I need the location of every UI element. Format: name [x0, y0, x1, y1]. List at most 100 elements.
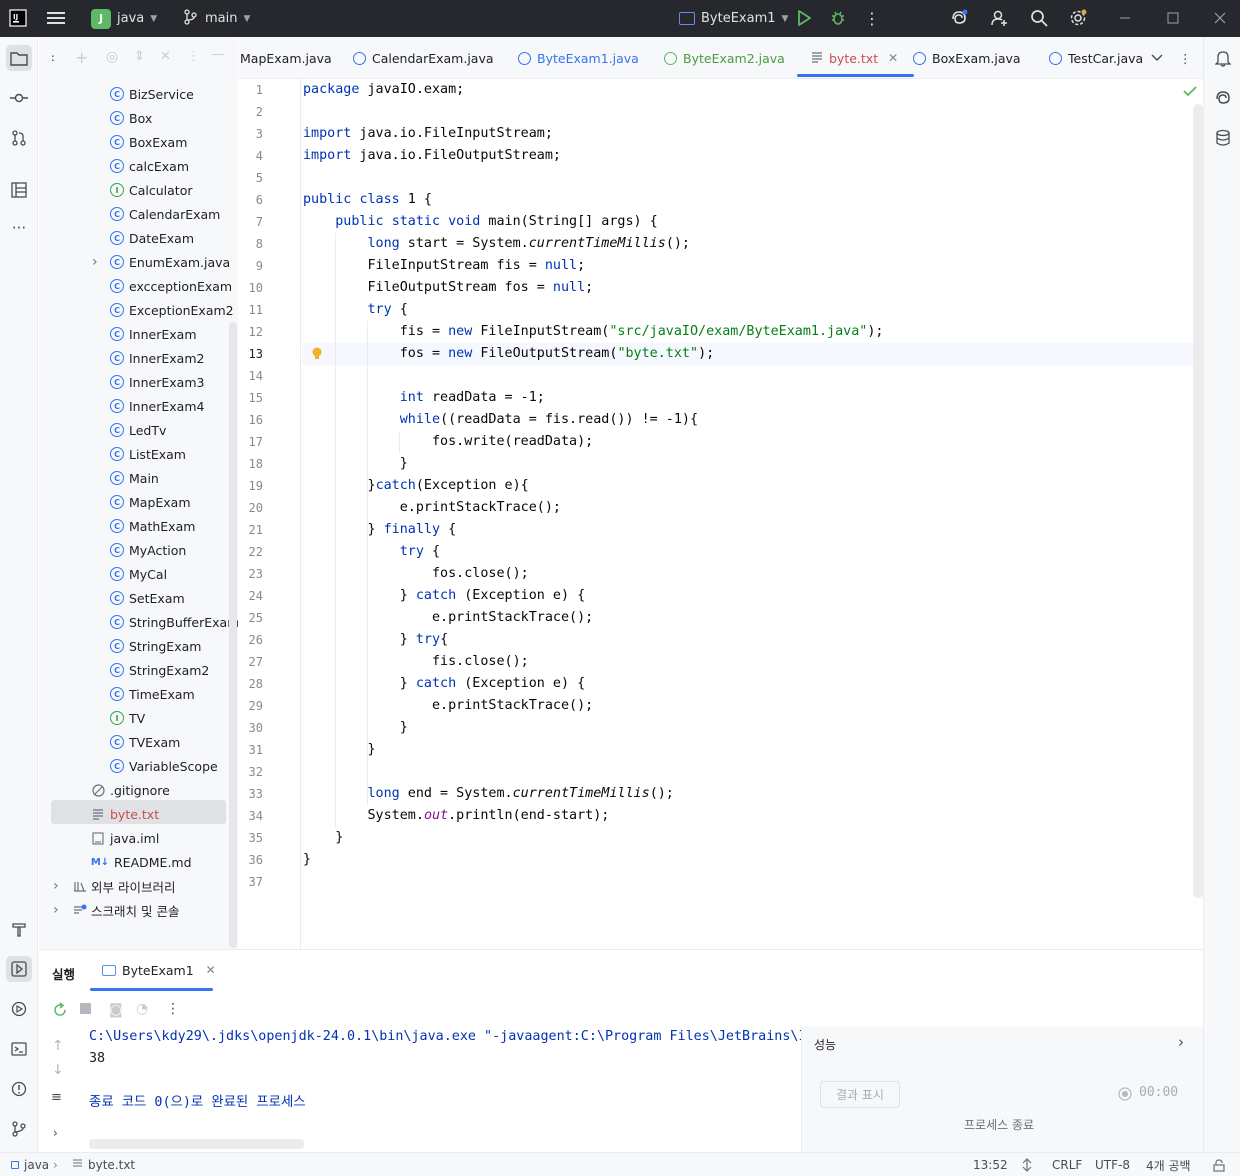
- console-hscrollbar[interactable]: [89, 1139, 304, 1149]
- tree-item[interactable]: C InnerExam4: [110, 394, 204, 418]
- services-icon[interactable]: [6, 996, 32, 1022]
- ai-chat-icon[interactable]: [1210, 85, 1236, 111]
- settings-gear-icon[interactable]: [1068, 8, 1088, 28]
- chevron-right-icon[interactable]: ›: [92, 254, 98, 270]
- tree-item[interactable]: C MyCal: [110, 562, 167, 586]
- tree-item[interactable]: C SetExam: [110, 586, 185, 610]
- code-with-me-icon[interactable]: [989, 8, 1009, 28]
- close-window-icon[interactable]: [1210, 8, 1230, 28]
- search-icon[interactable]: [1029, 8, 1049, 28]
- run-icon[interactable]: [794, 8, 814, 28]
- intention-bulb-icon[interactable]: [311, 346, 323, 366]
- structure-icon[interactable]: [6, 177, 32, 203]
- tree-item[interactable]: C MathExam: [110, 514, 195, 538]
- lock-icon[interactable]: [1213, 1153, 1225, 1176]
- scroll-down-icon[interactable]: ↓: [52, 1062, 64, 1078]
- tree-item[interactable]: › C EnumExam.java: [92, 250, 230, 274]
- tree-item[interactable]: C BizService: [110, 82, 194, 106]
- breadcrumb-project[interactable]: java: [11, 1153, 49, 1176]
- tree-item[interactable]: CcalcExam: [110, 154, 189, 178]
- run-tool-icon[interactable]: [6, 956, 32, 982]
- hide-icon[interactable]: —: [211, 47, 224, 62]
- tree-item[interactable]: C TimeExam: [110, 682, 195, 706]
- tree-file-item[interactable]: byte.txt: [91, 802, 159, 826]
- tree-item[interactable]: C StringBufferExam: [110, 610, 238, 634]
- project-selector[interactable]: J java ▼: [91, 0, 157, 37]
- tree-item[interactable]: C InnerExam: [110, 322, 197, 346]
- tree-item[interactable]: C CalendarExam: [110, 202, 220, 226]
- tree-item[interactable]: C TVExam: [110, 730, 180, 754]
- minimize-window-icon[interactable]: [1115, 8, 1135, 28]
- tree-file-item[interactable]: M↓ README.md: [91, 850, 192, 874]
- tree-item[interactable]: C MyAction: [110, 538, 186, 562]
- database-icon[interactable]: [1210, 125, 1236, 151]
- tree-item[interactable]: C InnerExam3: [110, 370, 204, 394]
- tree-item[interactable]: C StringExam: [110, 634, 201, 658]
- project-folder-icon[interactable]: [6, 45, 32, 71]
- tree-item[interactable]: C ListExam: [110, 442, 186, 466]
- close-tab-icon[interactable]: ✕: [206, 963, 216, 977]
- chevron-right-icon[interactable]: ›: [1178, 1033, 1184, 1051]
- tree-item[interactable]: C ExceptionExam2: [110, 298, 234, 322]
- tree-item[interactable]: I TV: [110, 706, 145, 730]
- tree-item[interactable]: C Main: [110, 466, 159, 490]
- tab-byteexam1[interactable]: ByteExam1.java: [518, 37, 639, 78]
- rerun-icon[interactable]: [52, 1002, 68, 1022]
- stop-icon[interactable]: [80, 1003, 91, 1014]
- ai-assistant-icon[interactable]: [949, 8, 969, 28]
- profiler-icon[interactable]: ◔: [136, 1001, 148, 1017]
- editor-scrollbar[interactable]: [1193, 104, 1203, 898]
- tab-options-icon[interactable]: ⋮: [1179, 37, 1192, 78]
- tab-calendarexam[interactable]: CalendarExam.java: [353, 37, 494, 78]
- scroll-up-icon[interactable]: ↑: [52, 1038, 64, 1054]
- tree-item[interactable]: I Calculator: [110, 178, 192, 202]
- tree-item[interactable]: C InnerExam2: [110, 346, 204, 370]
- caret-position[interactable]: 13:52: [973, 1153, 1008, 1176]
- file-encoding[interactable]: UTF-8: [1095, 1153, 1130, 1176]
- options-icon[interactable]: ⋮: [187, 49, 200, 64]
- breadcrumb-file[interactable]: byte.txt: [72, 1153, 135, 1176]
- main-menu-icon[interactable]: [46, 8, 66, 28]
- tree-item[interactable]: C VariableScope: [110, 754, 218, 778]
- tree-item[interactable]: C LedTv: [110, 418, 166, 442]
- chevron-right-icon[interactable]: ›: [53, 878, 73, 894]
- locate-icon[interactable]: ◎: [106, 49, 118, 65]
- collapse-all-icon[interactable]: ✕: [160, 49, 171, 64]
- tab-byte-txt[interactable]: byte.txt ✕: [796, 37, 915, 78]
- indent-setting[interactable]: 4개 공백: [1146, 1153, 1191, 1176]
- debug-icon[interactable]: [828, 8, 848, 28]
- tree-item[interactable]: CexcceptionExam: [110, 274, 232, 298]
- branch-selector[interactable]: main ▼: [183, 0, 250, 37]
- version-control-icon[interactable]: [6, 1116, 32, 1142]
- soft-wrap-icon[interactable]: ≡: [51, 1090, 62, 1105]
- commit-icon[interactable]: [6, 85, 32, 111]
- external-libraries-node[interactable]: › 외부 라이브러리: [53, 874, 175, 898]
- code-editor[interactable]: 1 2 3 4 5 6 7 8 9 10 11 12 13 14 15 16 17 18 19 20 21 22 23 24 2…: [239, 79, 1203, 949]
- pull-requests-icon[interactable]: [6, 125, 32, 151]
- tree-file-item[interactable]: java.iml: [91, 826, 159, 850]
- tab-testcar[interactable]: TestCar.java: [1049, 37, 1143, 78]
- expand-all-icon[interactable]: ⇕: [134, 49, 145, 64]
- close-tab-icon[interactable]: ✕: [888, 51, 898, 65]
- tree-item[interactable]: C StringExam2: [110, 658, 209, 682]
- terminal-icon[interactable]: [6, 1036, 32, 1062]
- run-config-selector[interactable]: ByteExam1 ▼: [679, 0, 788, 37]
- vcs-status-icon[interactable]: [1021, 1153, 1033, 1176]
- no-problems-check-icon[interactable]: [1183, 85, 1197, 101]
- chevron-right-icon[interactable]: ›: [53, 902, 73, 918]
- problems-icon[interactable]: [6, 1076, 32, 1102]
- tree-item[interactable]: C Box: [110, 106, 152, 130]
- show-results-button[interactable]: 결과 표시: [820, 1081, 900, 1108]
- tabs-dropdown-icon[interactable]: [1151, 37, 1163, 78]
- expand-icon[interactable]: ›: [53, 1126, 58, 1140]
- screenshot-icon[interactable]: ◙: [109, 1002, 123, 1018]
- tab-boxexam[interactable]: BoxExam.java: [913, 37, 1021, 78]
- more-tools-icon[interactable]: ···: [6, 215, 32, 241]
- tree-item[interactable]: C BoxExam: [110, 130, 187, 154]
- tree-item[interactable]: C MapExam: [110, 490, 191, 514]
- notifications-bell-icon[interactable]: [1210, 45, 1236, 71]
- tree-item[interactable]: C DateExam: [110, 226, 194, 250]
- tree-file-item[interactable]: .gitignore: [91, 778, 170, 802]
- add-icon[interactable]: +: [75, 48, 88, 67]
- scratches-node[interactable]: › 스크래치 및 콘솔: [53, 898, 179, 922]
